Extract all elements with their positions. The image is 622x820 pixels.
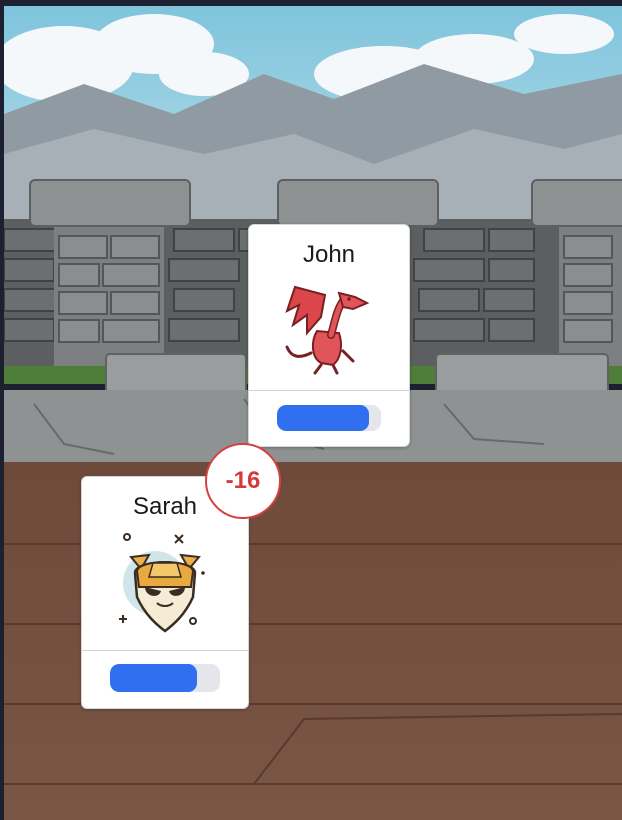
- red-dragon-icon: [285, 285, 370, 375]
- health-bar: [110, 664, 220, 692]
- damage-badge: -16: [205, 443, 281, 519]
- health-bar: [277, 405, 381, 431]
- armored-shield-creature-icon: [119, 533, 205, 633]
- pillar-middle: [277, 179, 439, 227]
- player-name: John: [302, 241, 356, 268]
- player-card-john[interactable]: John: [248, 224, 410, 447]
- game-stage: John Sarah -16: [0, 0, 622, 820]
- card-divider: [249, 390, 409, 391]
- card-divider: [82, 650, 248, 651]
- health-bar-fill: [110, 664, 197, 692]
- health-bar-fill: [277, 405, 369, 431]
- top-edge: [4, 4, 622, 6]
